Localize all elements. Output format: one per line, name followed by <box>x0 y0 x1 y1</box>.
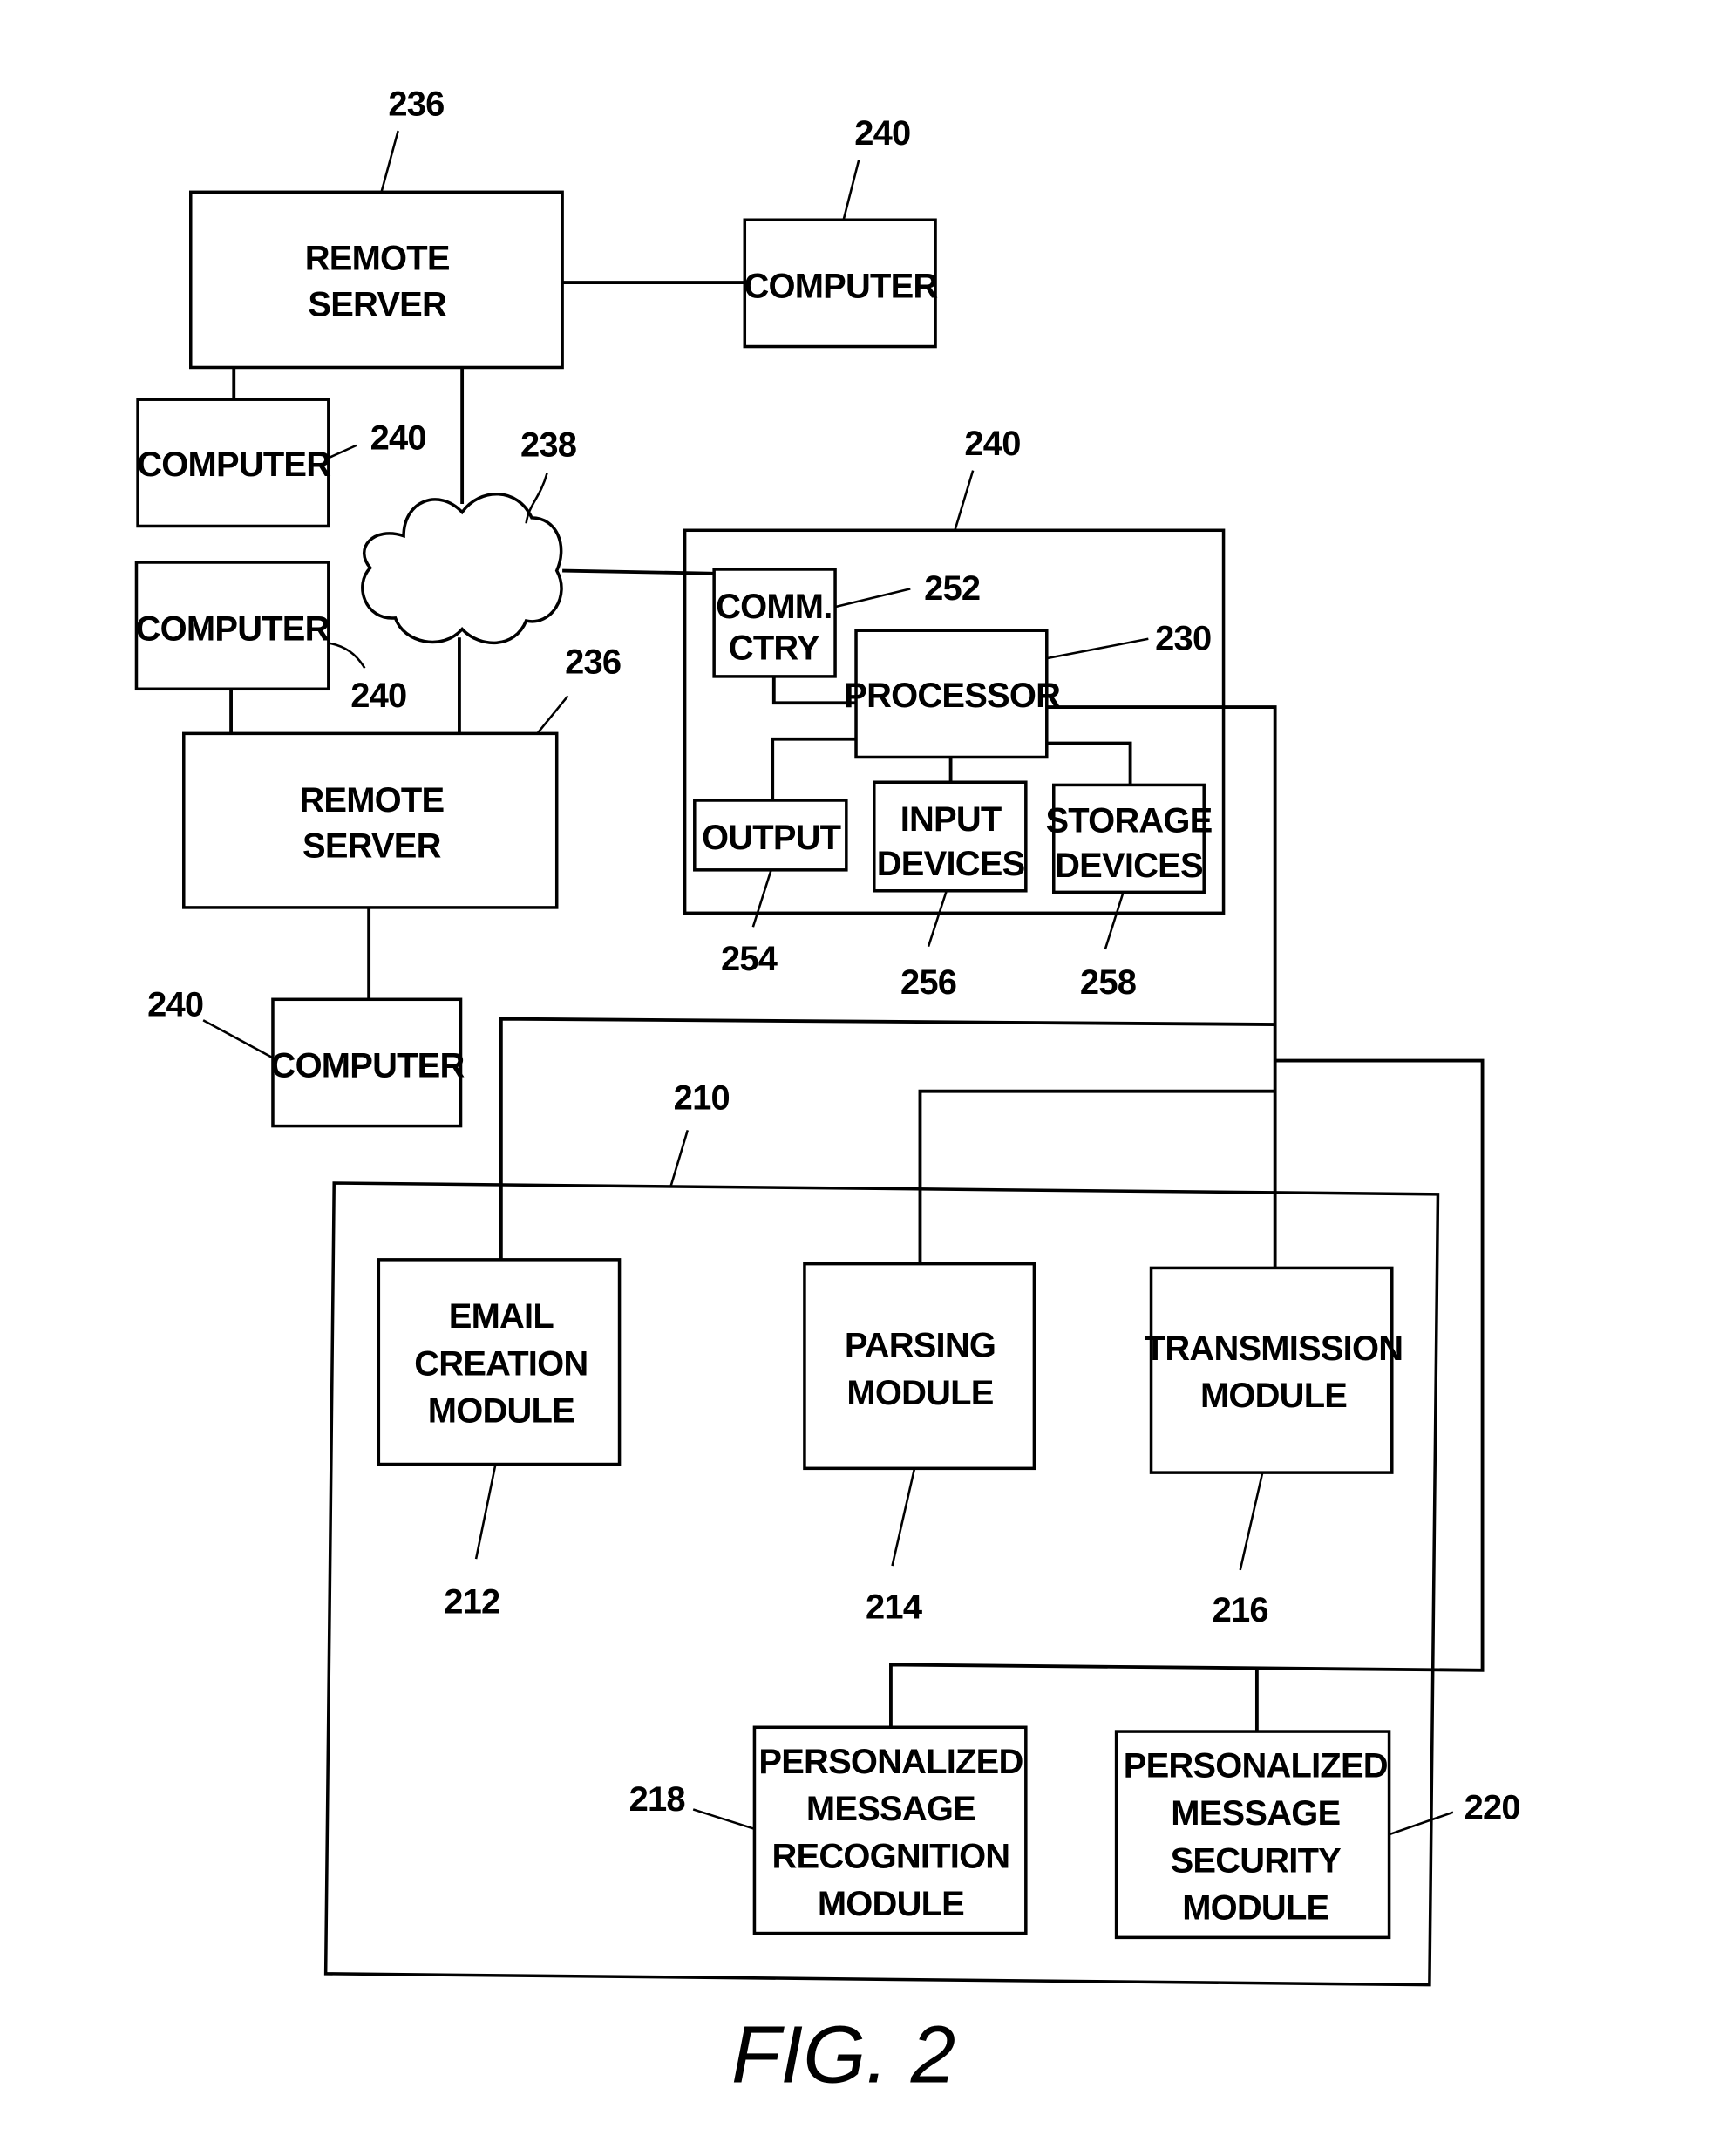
ref-240-system: 240 <box>964 425 1020 463</box>
parsing-box <box>803 1262 1036 1471</box>
leader-252 <box>834 588 911 609</box>
ref-214: 214 <box>866 1588 922 1627</box>
parsing-label-1: PARSING <box>845 1327 996 1365</box>
transmission-label-1: TRANSMISSION <box>1145 1330 1403 1368</box>
ref-258: 258 <box>1080 963 1136 1002</box>
leader-216 <box>1239 1472 1264 1571</box>
pm-security-label-2: MESSAGE <box>1171 1794 1340 1833</box>
leader-240-top-right <box>842 160 860 221</box>
computer-left-2-label: COMPUTER <box>136 609 330 648</box>
ref-240-bottom: 240 <box>147 985 203 1024</box>
email-creation-label-3: MODULE <box>428 1392 574 1431</box>
leader-212 <box>474 1464 497 1560</box>
leader-236-top <box>380 130 399 193</box>
email-creation-label-2: CREATION <box>414 1344 588 1383</box>
pm-security-label-4: MODULE <box>1182 1889 1328 1928</box>
ref-240-left-2: 240 <box>350 677 406 715</box>
computer-system: 240 COMM. CTRY 252 PROCESSOR 230 OUTPUT … <box>683 425 1226 1002</box>
computer-bottom: COMPUTER 240 <box>147 985 465 1128</box>
remote-server-top: REMOTE SERVER 236 <box>189 85 564 370</box>
ref-240-top-right: 240 <box>854 114 910 153</box>
pm-recognition-label-2: MESSAGE <box>806 1790 975 1828</box>
ref-230: 230 <box>1155 620 1211 658</box>
remote-server-top-label-2: SERVER <box>308 285 446 323</box>
wire-processor-output <box>771 737 857 800</box>
module-system: 210 EMAIL CREATION MODULE 212 PARSING MO… <box>323 1078 1521 1987</box>
input-devices-label-2: DEVICES <box>877 845 1025 883</box>
wire-processor-storage <box>1046 741 1132 786</box>
leader-254 <box>751 869 772 928</box>
remote-server-top-label-1: REMOTE <box>305 240 450 278</box>
remote-server-bottom-label-1: REMOTE <box>299 781 444 820</box>
ref-256: 256 <box>900 963 956 1002</box>
computer-left-1: COMPUTER 240 <box>136 398 427 528</box>
ref-212: 212 <box>444 1582 499 1621</box>
pm-recognition-label-4: MODULE <box>818 1885 964 1923</box>
ref-240-left-1: 240 <box>370 419 426 458</box>
remote-server-bottom-label-2: SERVER <box>302 826 441 865</box>
remote-server-top-box <box>189 190 564 370</box>
computer-top-right-label: COMPUTER <box>744 268 937 306</box>
transmission-box <box>1149 1266 1394 1474</box>
leader-240-bottom <box>202 1019 274 1059</box>
leader-240-system <box>954 470 975 531</box>
wire-bus-parsing <box>918 1089 1275 1264</box>
network-cloud: 238 <box>361 426 577 645</box>
pm-security-label-3: SECURITY <box>1171 1841 1342 1880</box>
comm-ctry-label-2: CTRY <box>729 629 819 668</box>
ref-218: 218 <box>629 1780 685 1819</box>
ref-210: 210 <box>674 1078 730 1117</box>
leader-256 <box>927 890 948 948</box>
storage-devices-label-1: STORAGE <box>1045 802 1212 840</box>
wire-network-comm <box>562 568 715 575</box>
leader-214 <box>891 1468 916 1567</box>
ref-254: 254 <box>721 940 778 978</box>
leader-218 <box>692 1808 755 1831</box>
input-devices-label-1: INPUT <box>900 800 1002 839</box>
remote-server-bottom-box <box>182 731 559 909</box>
output-label: OUTPUT <box>702 819 841 857</box>
ref-216: 216 <box>1213 1591 1268 1629</box>
ref-236-bottom: 236 <box>565 643 621 682</box>
ref-236-top: 236 <box>388 85 444 124</box>
pm-security-label-1: PERSONALIZED <box>1124 1747 1388 1785</box>
storage-devices-label-2: DEVICES <box>1055 847 1203 885</box>
leader-220 <box>1389 1811 1454 1836</box>
figure-caption: FIG. 2 <box>731 2009 955 2099</box>
transmission-label-2: MODULE <box>1200 1377 1347 1415</box>
cloud-icon <box>361 492 563 645</box>
ref-220: 220 <box>1464 1789 1520 1827</box>
patent-figure: REMOTE SERVER 236 COMPUTER 240 COMPUTER … <box>134 85 1521 2099</box>
leader-236-bottom <box>536 695 569 735</box>
email-creation-label-1: EMAIL <box>449 1297 554 1336</box>
computer-bottom-label: COMPUTER <box>271 1047 465 1085</box>
computer-top-right: COMPUTER 240 <box>743 114 938 349</box>
pm-recognition-label-1: PERSONALIZED <box>758 1743 1023 1781</box>
leader-258 <box>1104 891 1125 950</box>
parsing-label-2: MODULE <box>846 1374 993 1412</box>
comm-ctry-label-1: COMM. <box>716 588 832 626</box>
computer-left-1-label: COMPUTER <box>137 445 330 484</box>
processor-label: PROCESSOR <box>844 677 1060 715</box>
leader-230 <box>1046 637 1149 660</box>
wire-bus-email <box>499 1017 1275 1260</box>
pm-recognition-label-3: RECOGNITION <box>772 1838 1010 1876</box>
leader-240-left-2 <box>328 642 366 669</box>
leader-240-left-1 <box>328 444 357 459</box>
leader-210 <box>669 1130 690 1187</box>
ref-238: 238 <box>520 426 576 465</box>
ref-252: 252 <box>924 569 980 608</box>
